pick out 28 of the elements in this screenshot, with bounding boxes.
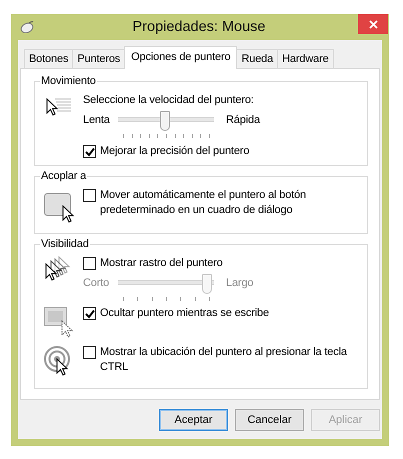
mouse-icon	[20, 21, 34, 33]
checkbox[interactable]	[83, 189, 96, 202]
checkbox[interactable]	[83, 346, 96, 359]
slider-thumb[interactable]	[160, 111, 170, 131]
close-icon	[368, 20, 378, 28]
tab[interactable]: Opciones de puntero	[124, 46, 238, 69]
window-title: Propiedades: Mouse	[132, 19, 266, 35]
instruction-text: Seleccione la velocidad del puntero:	[83, 94, 254, 106]
group-title: Visibilidad	[40, 238, 90, 250]
group-title: Movimiento	[40, 75, 97, 87]
close-button[interactable]	[358, 14, 388, 34]
checkbox-label[interactable]: Mostrar rastro del puntero	[100, 256, 223, 271]
group-title: Acoplar a	[40, 170, 88, 182]
checkbox-label[interactable]: Mejorar la precisión del puntero	[100, 144, 250, 159]
checkbox[interactable]	[83, 145, 96, 158]
slider-min-label: Corto	[83, 276, 110, 291]
slider-min-label: Lenta	[83, 113, 111, 128]
slider-max-label: Largo	[225, 276, 254, 291]
checkbox-label[interactable]: Mover automáticamente el puntero al botón predeterminado en un cuadro de diálogo	[100, 188, 361, 218]
accept-button[interactable]: Aceptar	[159, 409, 228, 431]
cancel-button[interactable]: Cancelar	[235, 409, 304, 431]
checkbox[interactable]	[83, 257, 96, 270]
checkbox[interactable]	[83, 307, 96, 320]
checkbox-label[interactable]: Ocultar puntero mientras se escribe	[100, 306, 269, 321]
tab[interactable]: Botones	[24, 49, 74, 68]
checkbox-label[interactable]: Mostrar la ubicación del puntero al presionar la tecla CTRL	[100, 345, 361, 375]
slider-max-label: Rápida	[225, 113, 260, 128]
tab[interactable]: Hardware	[277, 49, 334, 68]
